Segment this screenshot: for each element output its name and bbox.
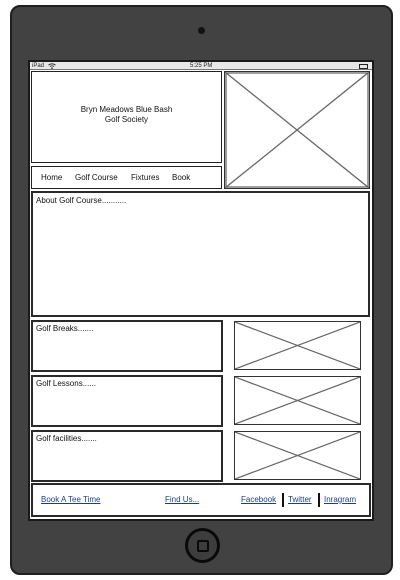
- golf-facilities-box: Golf facilities.......: [31, 430, 223, 482]
- instagram-link[interactable]: Inragram: [324, 495, 356, 504]
- battery-icon: [359, 63, 368, 69]
- golf-breaks-box: Golf Breaks.......: [31, 320, 223, 372]
- nav-golf-course[interactable]: Golf Course: [75, 167, 118, 189]
- nav-home[interactable]: Home: [41, 167, 62, 189]
- footer-divider: [318, 493, 320, 507]
- footer-divider: [282, 493, 284, 507]
- nav-fixtures[interactable]: Fixtures: [131, 167, 159, 189]
- about-section: About Golf Course...........: [31, 191, 370, 317]
- book-tee-time-link[interactable]: Book A Tee Time: [41, 495, 100, 504]
- camera-icon: [198, 27, 205, 34]
- facebook-link[interactable]: Facebook: [241, 495, 276, 504]
- about-text: About Golf Course...........: [36, 196, 127, 205]
- header-title-box: Bryn Meadows Blue Bash Golf Society: [31, 71, 222, 163]
- site-title-line1: Bryn Meadows Blue Bash: [80, 105, 173, 114]
- golf-facilities-image-placeholder: [234, 431, 361, 480]
- status-time: 5:25 PM: [190, 63, 213, 69]
- golf-breaks-image-placeholder: [234, 321, 361, 370]
- twitter-link[interactable]: Twitter: [288, 495, 312, 504]
- golf-lessons-box: Golf Lessons......: [31, 375, 223, 427]
- nav-bar: Home Golf Course Fixtures Book: [31, 166, 222, 189]
- site-title-line2: Golf Society: [104, 115, 149, 124]
- home-square-icon: [197, 540, 209, 552]
- golf-breaks-text: Golf Breaks.......: [36, 324, 94, 333]
- wifi-icon: [48, 63, 56, 69]
- find-us-link[interactable]: Find Us...: [165, 495, 199, 504]
- footer: Book A Tee Time Find Us... Facebook Twit…: [31, 483, 371, 517]
- carrier-label: iPad: [32, 63, 45, 69]
- golf-lessons-image-placeholder: [234, 376, 361, 425]
- status-bar: iPad 5:25 PM: [30, 62, 372, 70]
- golf-lessons-text: Golf Lessons......: [36, 379, 97, 388]
- header-image-placeholder: [224, 71, 370, 189]
- golf-facilities-text: Golf facilities.......: [36, 434, 97, 443]
- nav-book[interactable]: Book: [172, 167, 190, 189]
